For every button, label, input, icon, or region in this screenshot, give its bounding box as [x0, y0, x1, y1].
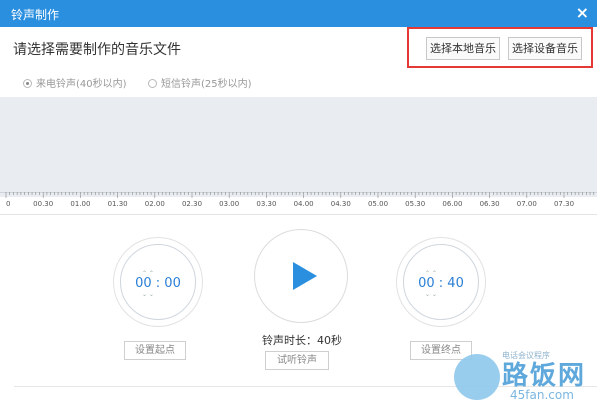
timeline-ruler: 0 00.30 01.00 01.30 02.00 02.30 03.00 03.30 04.0… — [0, 192, 597, 212]
window-title: 铃声制作 — [11, 8, 60, 22]
radio-unselected-icon[interactable] — [148, 79, 157, 88]
watermark-logo: 电话会议程序 路饭网 45fan.com — [452, 351, 597, 405]
ruler-tick-label: 06.30 — [479, 200, 500, 208]
ruler-tick-label: 03.00 — [219, 200, 240, 208]
radio-sms-label: 短信铃声(25秒以内) — [161, 79, 252, 90]
start-time-value: 00 : 00 — [135, 276, 181, 291]
play-icon[interactable] — [293, 262, 317, 290]
watermark-bubble-icon — [454, 354, 500, 400]
ruler-tick-label: 05.30 — [405, 200, 426, 208]
divider — [0, 214, 597, 215]
watermark-url: 45fan.com — [510, 388, 574, 402]
ruler-tick-label: 05.00 — [367, 200, 389, 208]
radio-call-ringtone[interactable]: 来电铃声(40秒以内) — [23, 75, 127, 90]
title-bar: 铃声制作 × — [0, 0, 597, 27]
ruler-tick-label: 04.00 — [293, 200, 314, 208]
waveform-area[interactable] — [0, 97, 597, 197]
preview-ringtone-button[interactable]: 试听铃声 — [265, 351, 329, 370]
watermark-text: 路饭网 — [502, 361, 587, 391]
ringtone-duration: 铃声时长：40秒 — [262, 334, 342, 347]
ruler-tick-label: 04.30 — [330, 200, 351, 208]
radio-selected-icon[interactable] — [23, 79, 32, 88]
ruler-tick-label: 01.30 — [107, 200, 128, 208]
select-local-music-button[interactable]: 选择本地音乐 — [426, 37, 500, 60]
close-icon[interactable]: × — [576, 3, 589, 22]
ruler-tick-label: 07.30 — [553, 200, 575, 208]
end-down-arrow-icon[interactable]: ⌄ ⌄ — [425, 291, 437, 298]
ruler-tick-label: 01.00 — [70, 200, 91, 208]
ruler-ticks — [0, 192, 597, 198]
select-device-music-button[interactable]: 选择设备音乐 — [508, 37, 582, 60]
ruler-tick-label: 07.00 — [516, 200, 537, 208]
radio-sms-ringtone[interactable]: 短信铃声(25秒以内) — [148, 75, 252, 90]
end-time-value: 00 : 40 — [418, 276, 464, 291]
start-down-arrow-icon[interactable]: ⌄ ⌄ — [142, 291, 154, 298]
set-start-button[interactable]: 设置起点 — [124, 341, 186, 360]
ruler-tick-label: 0 — [6, 200, 11, 208]
ruler-tick-label: 06.00 — [442, 200, 463, 208]
ruler-tick-label: 03.30 — [256, 200, 277, 208]
page-heading: 请选择需要制作的音乐文件 — [13, 42, 181, 58]
radio-call-label: 来电铃声(40秒以内) — [36, 79, 127, 90]
ruler-tick-label: 00.30 — [33, 200, 54, 208]
ruler-tick-label: 02.00 — [144, 200, 165, 208]
ruler-tick-label: 02.30 — [181, 200, 203, 208]
